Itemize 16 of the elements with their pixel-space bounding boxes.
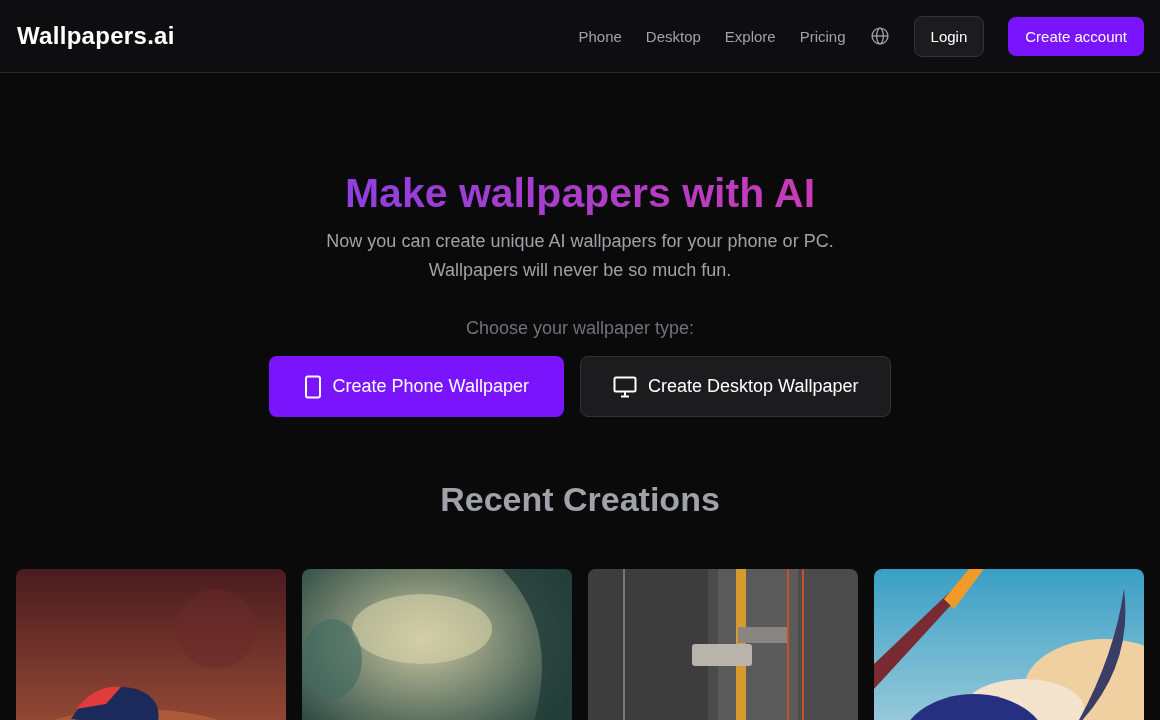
- subtitle-text: Wallpapers will never be so much fun.: [428, 259, 732, 282]
- subtitle-text: Now you can create unique AI wallpapers for your phone or PC.: [326, 230, 834, 253]
- monitor-icon: [613, 375, 637, 398]
- nav-link[interactable]: Pricing: [799, 27, 846, 45]
- create-account-button[interactable]: Create account: [1008, 16, 1144, 56]
- section-title: Recent Creations: [440, 479, 720, 519]
- type-prompt: Choose your wallpaper type:: [465, 318, 695, 339]
- nav-link[interactable]: Explore: [724, 27, 776, 45]
- nav-link[interactable]: Desktop: [645, 27, 701, 45]
- login-button[interactable]: Login: [913, 15, 985, 57]
- desktop-wallpaper-button[interactable]: Create Desktop Wallpaper: [580, 356, 892, 417]
- nav-link[interactable]: Phone: [578, 27, 622, 45]
- globe-icon[interactable]: [869, 26, 890, 46]
- phone-wallpaper-button[interactable]: Create Phone Wallpaper: [268, 356, 564, 417]
- phone-icon: [303, 374, 322, 399]
- site-logo[interactable]: Wallpapers.ai: [17, 22, 175, 50]
